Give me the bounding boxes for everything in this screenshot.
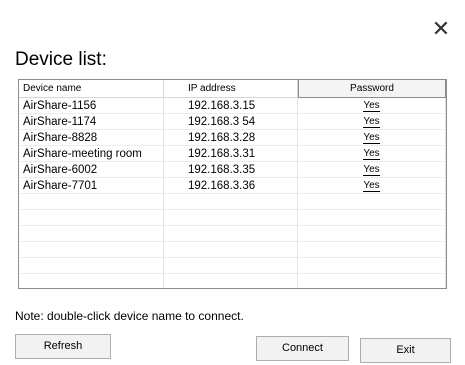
connect-button[interactable]: Connect — [256, 336, 349, 361]
password-value: Yes — [363, 164, 380, 176]
device-name-cell[interactable]: AirShare-6002 — [19, 162, 164, 178]
device-table: Device name IP address Password AirShare… — [18, 79, 447, 289]
ip-address-cell: 192.168.3.15 — [164, 98, 298, 114]
exit-button[interactable]: Exit — [360, 338, 451, 363]
table-row[interactable]: AirShare-meeting room 192.168.3.31 Yes — [19, 146, 446, 162]
password-value: Yes — [363, 116, 380, 128]
empty-cell — [164, 274, 298, 288]
ip-address-cell: 192.168.3 54 — [164, 114, 298, 130]
ip-address-cell: 192.168.3.36 — [164, 178, 298, 194]
empty-cell — [19, 258, 164, 274]
password-cell: Yes — [298, 178, 446, 194]
password-value: Yes — [363, 100, 380, 112]
dialog-title: Device list: — [15, 49, 107, 70]
password-value: Yes — [363, 180, 380, 192]
password-value: Yes — [363, 132, 380, 144]
empty-cell — [298, 274, 446, 288]
empty-cell — [164, 226, 298, 242]
empty-cell — [298, 258, 446, 274]
empty-cell — [19, 242, 164, 258]
device-name-cell[interactable]: AirShare-8828 — [19, 130, 164, 146]
password-value: Yes — [363, 148, 380, 160]
device-name-cell[interactable]: AirShare-1156 — [19, 98, 164, 114]
device-name-cell[interactable]: AirShare-1174 — [19, 114, 164, 130]
table-body: AirShare-1156 192.168.3.15 Yes AirShare-117… — [19, 98, 446, 288]
table-row[interactable]: AirShare-1174 192.168.3 54 Yes — [19, 114, 446, 130]
empty-cell — [164, 194, 298, 210]
ip-address-cell: 192.168.3.28 — [164, 130, 298, 146]
column-header-device-name[interactable]: Device name — [19, 80, 164, 98]
device-list-dialog: ✕ Device list: Device name IP address Pa… — [0, 0, 465, 365]
empty-table-row — [19, 210, 446, 226]
empty-cell — [298, 242, 446, 258]
empty-cell — [164, 258, 298, 274]
close-icon[interactable]: ✕ — [430, 18, 452, 40]
empty-cell — [19, 210, 164, 226]
device-name-cell[interactable]: AirShare-7701 — [19, 178, 164, 194]
empty-cell — [164, 210, 298, 226]
password-cell: Yes — [298, 130, 446, 146]
empty-cell — [164, 242, 298, 258]
connect-hint-note: Note: double-click device name to connec… — [15, 309, 244, 323]
column-header-password[interactable]: Password — [298, 80, 446, 98]
table-row[interactable]: AirShare-8828 192.168.3.28 Yes — [19, 130, 446, 146]
empty-cell — [19, 274, 164, 288]
empty-table-row — [19, 242, 446, 258]
refresh-button[interactable]: Refresh — [15, 334, 111, 359]
empty-table-row — [19, 274, 446, 288]
column-header-ip-address[interactable]: IP address — [164, 80, 298, 98]
device-name-cell[interactable]: AirShare-meeting room — [19, 146, 164, 162]
password-cell: Yes — [298, 114, 446, 130]
empty-cell — [298, 226, 446, 242]
table-row[interactable]: AirShare-7701 192.168.3.36 Yes — [19, 178, 446, 194]
empty-table-row — [19, 258, 446, 274]
password-cell: Yes — [298, 98, 446, 114]
ip-address-cell: 192.168.3.35 — [164, 162, 298, 178]
empty-table-row — [19, 194, 446, 210]
empty-cell — [19, 226, 164, 242]
password-cell: Yes — [298, 162, 446, 178]
password-cell: Yes — [298, 146, 446, 162]
ip-address-cell: 192.168.3.31 — [164, 146, 298, 162]
table-header: Device name IP address Password — [19, 80, 446, 98]
empty-table-row — [19, 226, 446, 242]
empty-cell — [19, 194, 164, 210]
empty-cell — [298, 210, 446, 226]
table-row[interactable]: AirShare-6002 192.168.3.35 Yes — [19, 162, 446, 178]
empty-cell — [298, 194, 446, 210]
table-row[interactable]: AirShare-1156 192.168.3.15 Yes — [19, 98, 446, 114]
